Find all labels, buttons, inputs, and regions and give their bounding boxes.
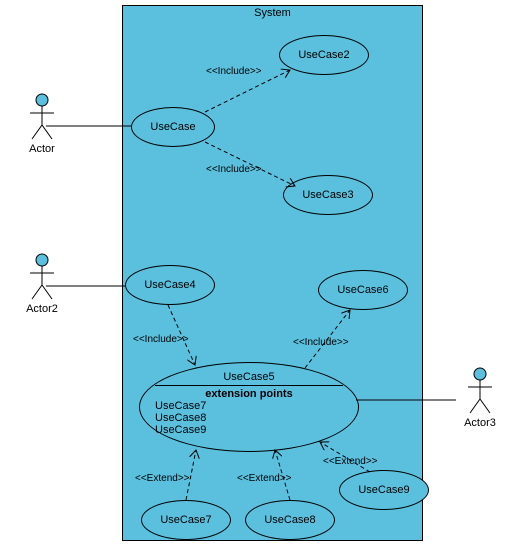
usecase-2-label: UseCase2 [298, 49, 349, 61]
usecase-5-title: UseCase5 [155, 371, 343, 386]
usecase-6: UseCase6 [318, 270, 408, 310]
extend-label-1: <<Extend>> [135, 473, 190, 484]
actor-3-label: Actor3 [456, 417, 504, 429]
usecase-3-label: UseCase3 [302, 189, 353, 201]
actor-1-label: Actor [18, 143, 66, 155]
actor-icon [466, 367, 494, 415]
usecase-5-ep-label: extension points [155, 388, 343, 400]
extend-label-3: <<Extend>> [323, 456, 378, 467]
usecase-6-label: UseCase6 [337, 284, 388, 296]
system-label: System [123, 7, 422, 19]
include-label-4: <<Include>> [293, 337, 349, 348]
usecase-8: UseCase8 [245, 500, 335, 540]
usecase-7: UseCase7 [141, 500, 231, 540]
usecase-5-ep2: UseCase8 [155, 412, 343, 424]
actor-3: Actor3 [456, 367, 504, 429]
usecase-5-ep3: UseCase9 [155, 424, 343, 436]
include-label-3: <<Include>> [133, 334, 189, 345]
include-label-1: <<Include>> [206, 66, 262, 77]
usecase-1-label: UseCase [150, 121, 195, 133]
actor-1: Actor [18, 93, 66, 155]
usecase-4-label: UseCase4 [144, 279, 195, 291]
usecase-8-label: UseCase8 [264, 514, 315, 526]
usecase-7-label: UseCase7 [160, 514, 211, 526]
diagram-canvas: System Actor Actor2 Actor3 [0, 0, 528, 545]
usecase-4: UseCase4 [125, 265, 215, 305]
usecase-5-ep1: UseCase7 [155, 400, 343, 412]
usecase-5: UseCase5 extension points UseCase7 UseCa… [139, 362, 359, 452]
usecase-9-label: UseCase9 [358, 484, 409, 496]
usecase-9: UseCase9 [339, 470, 429, 510]
extend-label-2: <<Extend>> [237, 473, 292, 484]
usecase-5-body: UseCase5 extension points UseCase7 UseCa… [155, 371, 343, 436]
include-label-2: <<Include>> [206, 164, 262, 175]
actor-icon [28, 253, 56, 301]
usecase-1: UseCase [131, 107, 215, 147]
actor-icon [28, 93, 56, 141]
actor-2: Actor2 [18, 253, 66, 315]
usecase-2: UseCase2 [279, 35, 369, 75]
usecase-3: UseCase3 [283, 175, 373, 215]
actor-2-label: Actor2 [18, 303, 66, 315]
